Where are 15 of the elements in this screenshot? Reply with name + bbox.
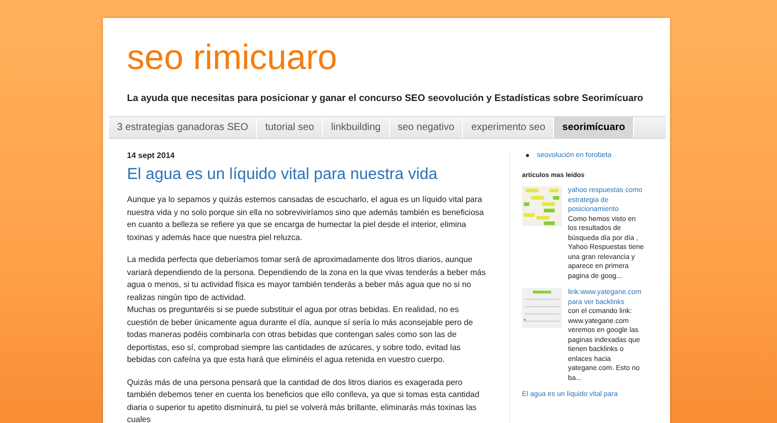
- diagram-thumbnail: [522, 186, 562, 226]
- post-paragraph: La medida perfecta que deberíamos tomar será de aproximadamente dos litros diarios, aunque variará dependiendo de la persona. Dependiendo de la zona en la que vivas tenderás a beber más agua o menos, si tu actividad física es mayor también tenderás a beber más agua que no si no realizas ningún tipo de actividad.: [127, 254, 487, 304]
- nav-tab[interactable]: 3 estrategias ganadoras SEO: [109, 117, 258, 138]
- blog-description: La ayuda que necesitas para posicionar y ganar el concurso SEO seovolución y Estadísticas sobre Seorimícuaro: [127, 92, 644, 106]
- post-title[interactable]: El agua es un líquido vital para nuestra vida: [127, 166, 491, 184]
- nav-tab[interactable]: tutorial seo: [257, 117, 324, 138]
- post-paragraph: Aunque ya lo sepamos y quizás estemos cansadas de escucharlo, el agua es un líquido vital para nuestra vida y no solo porque sin ella no sobreviviríamos sino que además también es beneficiosa en cuanto a belleza se refiere ya que se encarga de humectar la piel desde el interior, elimina toxinas y además hace que nuestra piel reluzca.: [127, 194, 485, 244]
- nav-tab[interactable]: seo negativo: [390, 117, 464, 138]
- nav-tab[interactable]: seorimícuaro: [554, 117, 634, 138]
- post-date: 14 sept 2014: [127, 151, 176, 160]
- post-paragraph: Muchas os preguntaréis si se puede substituir el agua por otras bebidas. En realidad, no es cuestión de beber únicamente agua durante el día, aunque sí sería lo más aconsejable pero de todas maneras podéis combinarla con otras bebidas que contengan sales como son las de deportistas, eso sí, comprobad siempre las cantidades de azúcares, y sobre todo, evitad las bebidas con cafeína ya que esta hará que eliminéis el agua retenida en vuestro cuerpo.: [127, 304, 474, 366]
- bullet-icon: [526, 154, 529, 158]
- post-paragraph: Quizás más de una persona pensará que la cantidad de dos litros diarios es exagerada pero también debemos tener en cuenta los beneficios que ello conlleva, ya que si tomas esta cantidad diaria o superior tu apetito disminuirá, tu piel se volverá más brillante, eliminarás más toxinas las cuales: [127, 376, 480, 423]
- nav-tab[interactable]: linkbuilding: [323, 117, 390, 138]
- webpage-thumbnail: [522, 288, 562, 328]
